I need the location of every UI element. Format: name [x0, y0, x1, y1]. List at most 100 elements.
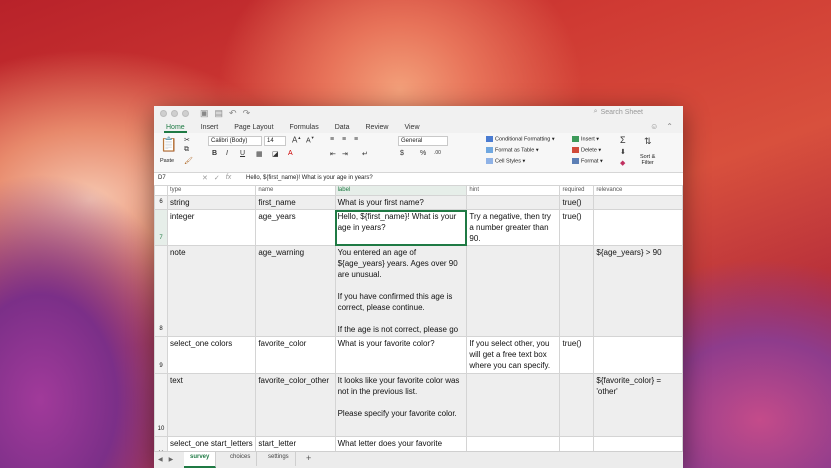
cell-type[interactable]: select_one start_letters [166, 436, 257, 452]
cell-relevance[interactable]: ${age_years} > 90 [593, 245, 683, 337]
cell-type[interactable]: select_one colors [166, 336, 257, 374]
cell-hint[interactable]: If you select other, you will get a free… [466, 336, 561, 374]
percent-button[interactable]: % [420, 150, 426, 157]
cell-hint[interactable] [466, 195, 561, 210]
cell-hint[interactable] [466, 245, 561, 337]
number-format-select[interactable]: General [398, 136, 448, 146]
cell-relevance[interactable] [593, 336, 683, 374]
italic-button[interactable]: I [226, 150, 228, 157]
enter-icon[interactable]: ✓ [214, 174, 220, 182]
fill-icon[interactable]: ⬇ [620, 148, 626, 156]
clear-icon[interactable]: ◆ [620, 159, 625, 167]
collapse-ribbon-icon[interactable]: ⌃ [664, 122, 675, 133]
tab-home[interactable]: Home [164, 124, 187, 133]
cell-styles-button[interactable]: Cell Styles ▾ [486, 158, 525, 164]
decimal-icon[interactable]: .00 [434, 150, 441, 156]
cut-icon[interactable]: ✂ [184, 136, 190, 144]
cell-relevance[interactable] [593, 195, 683, 210]
function-icon[interactable]: fx [226, 174, 231, 182]
format-as-table-button[interactable]: Format as Table ▾ [486, 147, 539, 153]
cell-required[interactable]: true() [559, 336, 595, 374]
column-header-type[interactable]: type [166, 185, 257, 196]
row-number[interactable]: 9 [154, 336, 168, 374]
cell-hint[interactable]: Try a negative, then try a number greate… [466, 209, 561, 246]
cell-required[interactable] [559, 373, 595, 437]
tab-page-layout[interactable]: Page Layout [232, 124, 275, 133]
cell-label[interactable]: Hello, ${first_name}! What is your age i… [334, 209, 468, 246]
cell-name[interactable]: favorite_color [255, 336, 336, 374]
add-sheet-button[interactable]: + [306, 453, 311, 463]
cell-name[interactable]: first_name [255, 195, 336, 210]
next-sheet-icon[interactable]: ▶ [169, 456, 174, 463]
prev-sheet-icon[interactable]: ◀ [158, 456, 163, 463]
redo-icon[interactable]: ↷ [243, 108, 251, 119]
tab-view[interactable]: View [402, 124, 421, 133]
cell-name[interactable]: age_warning [255, 245, 336, 337]
indent-decrease-icon[interactable]: ⇤ [330, 150, 336, 158]
smiley-icon[interactable]: ☺ [648, 122, 660, 133]
cell-label[interactable]: You entered an age of ${age_years} years… [334, 245, 468, 337]
delete-cells-button[interactable]: Delete ▾ [572, 147, 601, 153]
fill-color-icon[interactable]: ◪ [272, 150, 279, 158]
cell-relevance[interactable] [593, 209, 683, 246]
cell-hint[interactable] [466, 373, 561, 437]
row-number[interactable]: 6 [154, 195, 168, 210]
cell-required[interactable]: true() [559, 209, 595, 246]
underline-button[interactable]: U [240, 150, 245, 157]
currency-button[interactable]: $ [400, 150, 404, 157]
wrap-text-icon[interactable]: ↵ [362, 150, 368, 158]
tab-insert[interactable]: Insert [199, 124, 221, 133]
corner-cell[interactable] [154, 185, 168, 196]
increase-font-icon[interactable]: A▲ [292, 135, 301, 145]
cell-required[interactable] [559, 245, 595, 337]
cell-relevance[interactable]: ${favorite_color} = 'other' [593, 373, 683, 437]
indent-increase-icon[interactable]: ⇥ [342, 150, 348, 158]
sort-filter-label[interactable]: Sort & Filter [640, 154, 655, 166]
tab-formulas[interactable]: Formulas [288, 124, 321, 133]
format-cells-button[interactable]: Format ▾ [572, 158, 603, 164]
borders-icon[interactable]: ▦ [256, 150, 263, 158]
cell-type[interactable]: string [166, 195, 257, 210]
cell-name[interactable]: favorite_color_other [255, 373, 336, 437]
insert-cells-button[interactable]: Insert ▾ [572, 136, 599, 142]
sheet-tab-survey[interactable]: survey [184, 452, 217, 468]
decrease-font-icon[interactable]: A▼ [306, 135, 315, 144]
column-header-hint[interactable]: hint [466, 185, 561, 196]
column-header-name[interactable]: name [255, 185, 336, 196]
cell-label[interactable]: It looks like your favorite color was no… [334, 373, 468, 437]
align-left-icon[interactable]: ≡ [330, 136, 334, 143]
format-painter-icon[interactable]: 🖌 [184, 157, 193, 165]
bold-button[interactable]: B [212, 150, 217, 157]
cell-type[interactable]: note [166, 245, 257, 337]
column-header-relevance[interactable]: relevance [593, 185, 683, 196]
row-number[interactable]: 8 [154, 245, 168, 337]
align-right-icon[interactable]: ≡ [354, 136, 358, 143]
font-color-icon[interactable]: A [288, 150, 293, 157]
align-center-icon[interactable]: ≡ [342, 136, 346, 143]
minimize-button[interactable] [171, 110, 178, 117]
cell-type[interactable]: text [166, 373, 257, 437]
cell-relevance[interactable] [593, 436, 683, 452]
cell-label[interactable]: What is your first name? [334, 195, 468, 210]
row-number[interactable]: 11 [154, 436, 168, 452]
sort-filter-icon[interactable]: ⇅ [644, 136, 652, 147]
cell-type[interactable]: integer [166, 209, 257, 246]
cell-required[interactable]: true() [559, 195, 595, 210]
cell-label[interactable]: What letter does your favorite country s… [334, 436, 468, 452]
font-size-select[interactable]: 14 [264, 136, 286, 146]
conditional-formatting-button[interactable]: Conditional Formatting ▾ [486, 136, 555, 142]
sheet-tab-choices[interactable]: choices [224, 452, 258, 466]
cell-label[interactable]: What is your favorite color? [334, 336, 468, 374]
sheet-tab-settings[interactable]: settings [262, 452, 296, 466]
tab-review[interactable]: Review [364, 124, 391, 133]
row-number[interactable]: 7 [154, 209, 168, 246]
tab-data[interactable]: Data [333, 124, 352, 133]
sidebar-icon[interactable]: ▣ [200, 108, 209, 119]
cell-name[interactable]: start_letter [255, 436, 336, 452]
paste-icon[interactable]: 📋 [160, 136, 177, 153]
name-box[interactable]: D7 [158, 175, 194, 184]
cell-hint[interactable] [466, 436, 561, 452]
autosum-icon[interactable]: Σ [620, 135, 626, 145]
cancel-icon[interactable]: ✕ [202, 174, 208, 182]
zoom-button[interactable] [182, 110, 189, 117]
